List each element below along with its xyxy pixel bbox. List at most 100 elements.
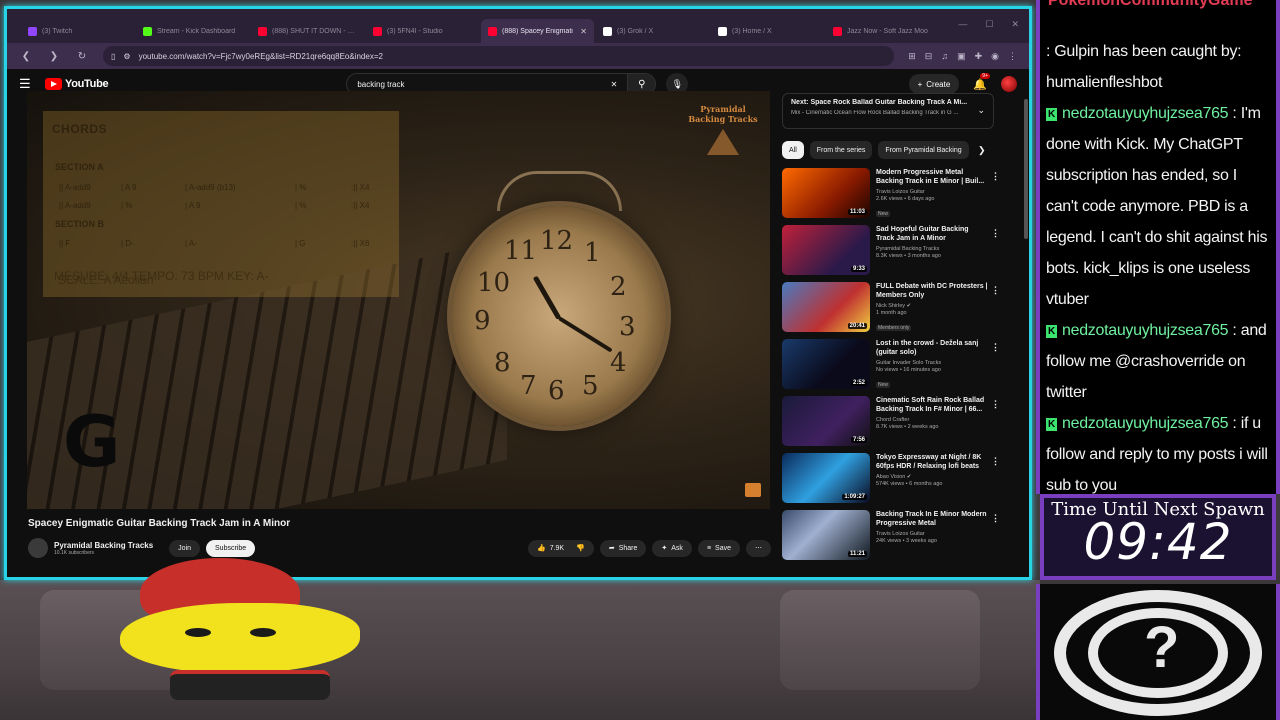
video-title[interactable]: Lost in the crowd - Dežela sanj (guitar … — [876, 339, 988, 358]
video-thumbnail[interactable]: 11:21 — [782, 510, 870, 560]
video-title[interactable]: Backing Track In E Minor Modern Progress… — [876, 510, 988, 529]
video-channel[interactable]: Nick Shirley ✔ — [876, 303, 988, 309]
chevron-right-icon[interactable]: ❯ — [978, 145, 986, 156]
channel-avatar[interactable] — [28, 538, 48, 558]
filter-chips: All From the series From Pyramidal Backing — [782, 141, 994, 159]
browser-tab[interactable]: (3) 5FN4I - Studio — [366, 19, 479, 43]
video-channel[interactable]: Chord Crafter — [876, 417, 988, 423]
video-title[interactable]: Tokyo Expressway at Night / 8K 60fps HDR… — [876, 453, 988, 472]
video-channel[interactable]: Abao Vision ✔ — [876, 474, 988, 480]
video-thumbnail[interactable]: 1:09:27 — [782, 453, 870, 503]
video-channel[interactable]: Pyramidal Backing Tracks — [876, 246, 988, 252]
reload-icon[interactable]: ↻ — [75, 51, 89, 62]
recommended-video[interactable]: 2:52 Lost in the crowd - Dežela sanj (gui… — [782, 339, 1002, 396]
video-channel[interactable]: Travis Loizos Guitar — [876, 531, 988, 537]
channel-branding-icon[interactable] — [745, 483, 761, 497]
save-button[interactable]: ≡ Save — [697, 539, 740, 557]
like-button[interactable]: 👍 7.9K 👎 — [527, 539, 594, 557]
hamburger-menu-icon[interactable]: ☰ — [19, 76, 35, 92]
profile-icon[interactable]: ◉ — [991, 51, 999, 62]
puzzle-icon[interactable]: ✚ — [975, 51, 983, 62]
mascot-face — [120, 603, 360, 673]
ask-button[interactable]: ✦ Ask — [652, 539, 692, 557]
more-options-icon[interactable]: ⋮ — [991, 456, 1000, 467]
video-duration: 11:03 — [847, 209, 867, 215]
filter-chip[interactable]: All — [782, 141, 804, 159]
video-thumbnail[interactable]: 7:56 — [782, 396, 870, 446]
extension-icon[interactable]: ▣ — [957, 51, 966, 62]
video-thumbnail[interactable]: 9:33 — [782, 225, 870, 275]
filter-chip[interactable]: From the series — [809, 141, 873, 159]
maximize-icon[interactable]: ☐ — [985, 19, 993, 30]
video-thumbnail[interactable]: 2:52 — [782, 339, 870, 389]
bookmark-icon[interactable]: ▯ — [111, 52, 115, 61]
back-arrow-icon[interactable]: ❮ — [19, 51, 33, 62]
tab-title: (888) SHUT IT DOWN - YouTu — [272, 27, 357, 35]
recommended-video[interactable]: 1:09:27 Tokyo Expressway at Night / 8K 60… — [782, 453, 1002, 510]
video-stats: No views • 16 minutes ago — [876, 367, 941, 373]
recommended-video[interactable]: 7:56 Cinematic Soft Rain Rock Ballad Back… — [782, 396, 1002, 453]
thumbs-down-icon[interactable]: 👎 — [576, 544, 585, 552]
clock-bell-artwork — [497, 171, 622, 211]
window-controls: — ☐ ✕ — [958, 19, 1019, 30]
browser-tab[interactable]: Jazz Now - Soft Jazz Moo — [826, 19, 939, 43]
more-options-icon[interactable]: ⋮ — [991, 342, 1000, 353]
recommended-video[interactable]: 11:03 Modern Progressive Metal Backing Tr… — [782, 168, 1002, 225]
chord-cell: | A- — [185, 239, 197, 248]
browser-tab[interactable]: (888) Spacey Enigmati ✕ — [481, 19, 594, 43]
video-title[interactable]: Cinematic Soft Rain Rock Ballad Backing … — [876, 396, 988, 415]
video-actions: 👍 7.9K 👎 ➦ Share ✦ Ask ≡ Save ⋯ — [527, 539, 771, 557]
tab-title: (3) Grok / X — [617, 27, 654, 35]
more-options-icon[interactable]: ⋮ — [991, 228, 1000, 239]
chat-message: Knedzotauyuyhujzsea765 : I'm done with K… — [1046, 98, 1270, 315]
music-icon[interactable]: ♫ — [941, 51, 948, 62]
more-options-icon[interactable]: ⋮ — [991, 399, 1000, 410]
more-options-icon[interactable]: ⋮ — [991, 285, 1000, 296]
chord-cell: || A-add9 — [59, 183, 91, 192]
notifications-button[interactable]: 🔔 9+ — [973, 72, 990, 91]
video-title[interactable]: Modern Progressive Metal Backing Track i… — [876, 168, 988, 187]
close-window-icon[interactable]: ✕ — [1011, 19, 1019, 30]
video-player[interactable]: CHORDS SECTION A || A-add9 | A 9 | A-add9 … — [27, 91, 770, 509]
chord-cell: | D- — [121, 239, 134, 248]
more-options-icon[interactable]: ⋮ — [991, 513, 1000, 524]
video-title[interactable]: FULL Debate with DC Protesters | Members… — [876, 282, 988, 301]
extension-icon[interactable]: ⊞ — [908, 51, 916, 62]
tab-strip: — ☐ ✕ (3) Twitch Stream - Kick Dashboard (… — [7, 9, 1029, 43]
video-title[interactable]: Sad Hopeful Guitar Backing Track Jam in … — [876, 225, 988, 244]
video-thumbnail[interactable]: 20:41 — [782, 282, 870, 332]
menu-dots-icon[interactable]: ⋮ — [1008, 51, 1017, 62]
clock-numeral: 11 — [504, 236, 538, 266]
more-actions-button[interactable]: ⋯ — [746, 539, 771, 557]
page-scrollbar[interactable] — [1024, 99, 1028, 239]
chevron-down-icon[interactable]: ⌄ — [977, 105, 985, 116]
browser-tab[interactable]: (3) Twitch — [21, 19, 134, 43]
recommended-video[interactable]: 20:41 FULL Debate with DC Protesters | Me… — [782, 282, 1002, 339]
create-button[interactable]: + Create — [908, 74, 960, 94]
minimize-icon[interactable]: — — [958, 19, 967, 30]
account-avatar[interactable] — [1001, 76, 1017, 92]
browser-tab[interactable]: (888) SHUT IT DOWN - YouTu — [251, 19, 364, 43]
youtube-logo[interactable]: YouTube — [45, 78, 109, 90]
browser-tab[interactable]: (3) Grok / X — [596, 19, 709, 43]
address-bar[interactable]: ▯ ⚙ youtube.com/watch?v=Fjc7wy0eREg&list… — [103, 46, 895, 66]
more-options-icon[interactable]: ⋮ — [991, 171, 1000, 182]
clear-search-icon[interactable]: ✕ — [611, 80, 618, 89]
recommended-video[interactable]: 9:33 Sad Hopeful Guitar Backing Track Jam… — [782, 225, 1002, 282]
site-info-icon[interactable]: ⚙ — [123, 52, 130, 61]
filter-chip[interactable]: From Pyramidal Backing — [878, 141, 969, 159]
up-next-panel[interactable]: Next: Space Rock Ballad Guitar Backing T… — [782, 93, 994, 129]
share-button[interactable]: ➦ Share — [599, 539, 647, 557]
forward-arrow-icon[interactable]: ❯ — [47, 51, 61, 62]
close-tab-icon[interactable]: ✕ — [580, 27, 587, 36]
tab-title: Stream - Kick Dashboard — [157, 27, 236, 35]
video-channel[interactable]: Travis Loizos Guitar — [876, 189, 988, 195]
video-channel[interactable]: Guitar Invader Solo Tracks — [876, 360, 988, 366]
browser-tab[interactable]: (3) Home / X — [711, 19, 824, 43]
chord-cell: :|| X6 — [351, 239, 370, 248]
video-meta: Modern Progressive Metal Backing Track i… — [876, 168, 988, 225]
extension-icon[interactable]: ⊟ — [925, 51, 933, 62]
recommended-video[interactable]: 11:21 Backing Track In E Minor Modern Pro… — [782, 510, 1002, 567]
browser-tab[interactable]: Stream - Kick Dashboard — [136, 19, 249, 43]
video-thumbnail[interactable]: 11:03 — [782, 168, 870, 218]
